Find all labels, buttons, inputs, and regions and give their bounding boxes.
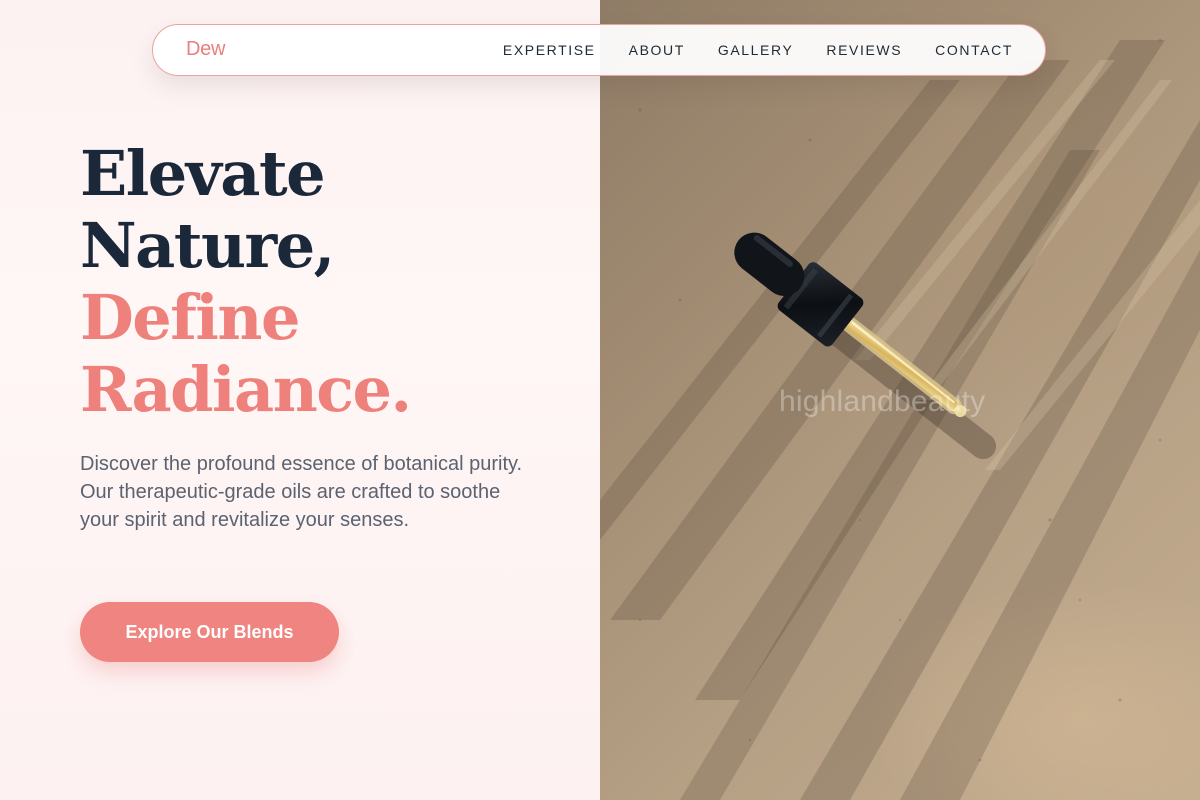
hero-headline: Elevate Nature, Define Radiance. — [80, 137, 412, 426]
nav-links: EXPERTISE ABOUT GALLERY REVIEWS CONTACT — [503, 25, 1013, 75]
headline-line-2: Nature, — [80, 209, 335, 282]
nav-link-about[interactable]: ABOUT — [629, 42, 685, 58]
headline-line-3: Define — [80, 281, 300, 354]
hero-description: Discover the profound essence of botanic… — [80, 453, 523, 531]
nav-link-expertise[interactable]: EXPERTISE — [503, 42, 596, 58]
headline-line-1: Elevate — [80, 137, 326, 210]
top-navigation-bar: Dew EXPERTISE ABOUT GALLERY REVIEWS CONT… — [152, 24, 1046, 76]
landing-page: Elevate Nature, Define Radiance. Discove… — [0, 0, 1200, 800]
nav-link-gallery[interactable]: GALLERY — [718, 42, 794, 58]
nav-link-contact[interactable]: CONTACT — [935, 42, 1013, 58]
headline-line-4: Radiance. — [80, 353, 412, 426]
image-watermark: highlandbeauty — [779, 385, 986, 418]
hero-left-panel: Elevate Nature, Define Radiance. Discove… — [0, 0, 600, 800]
brand-logo[interactable]: Dew — [186, 38, 225, 61]
explore-blends-button[interactable]: Explore Our Blends — [80, 602, 339, 662]
nav-link-reviews[interactable]: REVIEWS — [826, 42, 902, 58]
